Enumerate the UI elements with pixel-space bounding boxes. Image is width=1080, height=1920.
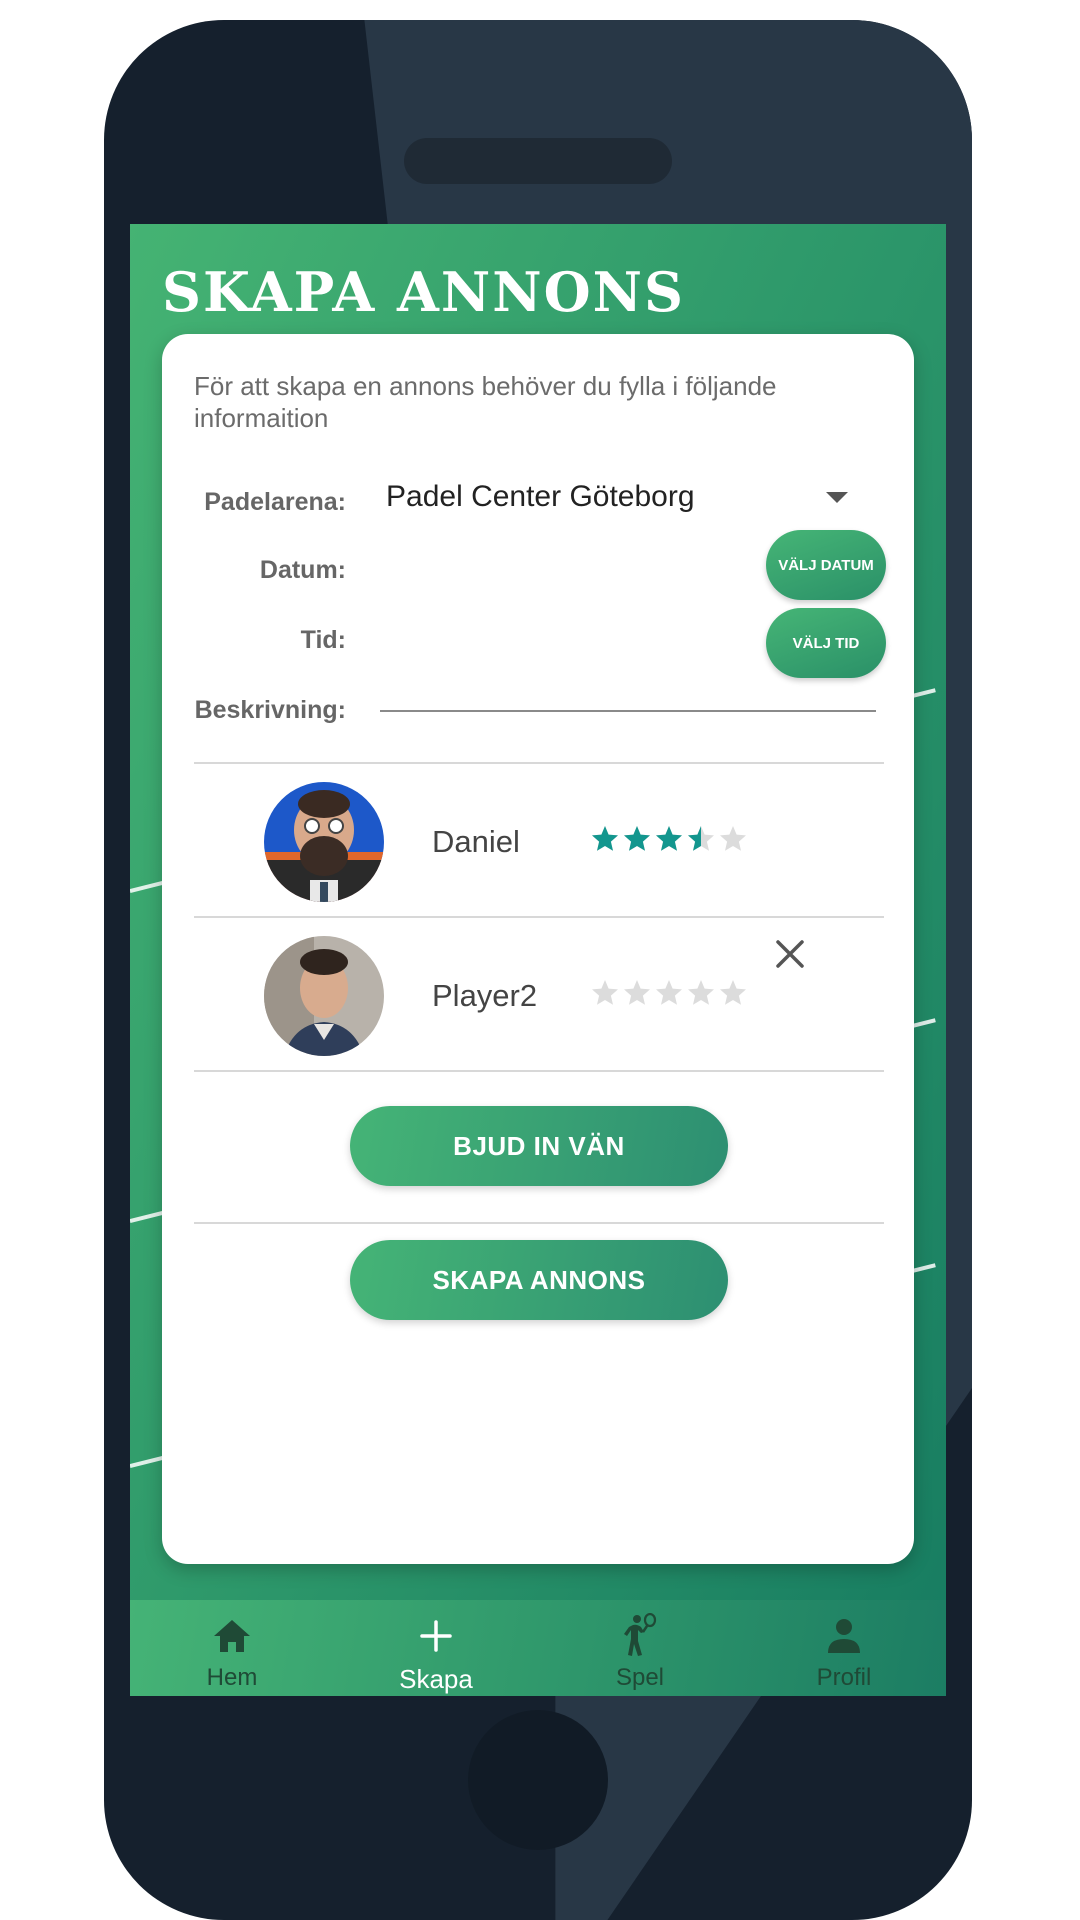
player-name: Player2 bbox=[432, 978, 538, 1013]
avatar-player2-image bbox=[264, 936, 384, 1056]
arena-select[interactable]: Padel Center Göteborg bbox=[386, 480, 695, 514]
star-icon bbox=[592, 980, 618, 1005]
time-label: Tid: bbox=[300, 626, 346, 654]
star-icon bbox=[624, 826, 650, 851]
app-screen: SKAPA ANNONS För att skapa en annons beh… bbox=[130, 224, 946, 1696]
star-icon bbox=[688, 980, 714, 1005]
person-icon bbox=[822, 1614, 866, 1658]
nav-label: Skapa bbox=[399, 1664, 473, 1694]
star-icon bbox=[592, 826, 618, 851]
plus-icon bbox=[414, 1614, 458, 1658]
description-label: Beskrivning: bbox=[194, 696, 346, 724]
avatar-daniel-image bbox=[264, 782, 384, 902]
star-icon bbox=[656, 980, 682, 1005]
divider bbox=[194, 762, 884, 764]
nav-item-games[interactable]: Spel bbox=[538, 1600, 742, 1696]
page-title: SKAPA ANNONS bbox=[162, 260, 686, 324]
divider bbox=[194, 1222, 884, 1224]
divider bbox=[194, 916, 884, 918]
create-ad-card: För att skapa en annons behöver du fylla… bbox=[162, 334, 914, 1564]
description-input[interactable] bbox=[380, 710, 876, 712]
padel-player-icon bbox=[618, 1613, 662, 1658]
avatar bbox=[264, 936, 384, 1056]
phone-home-button bbox=[468, 1710, 608, 1850]
date-label: Datum: bbox=[259, 556, 346, 584]
chevron-down-icon[interactable] bbox=[826, 492, 848, 503]
player-name: Daniel bbox=[432, 824, 520, 859]
player-rating bbox=[590, 824, 748, 854]
star-icon bbox=[624, 980, 650, 1005]
nav-label: Spel bbox=[615, 1664, 665, 1691]
nav-label: Hem bbox=[206, 1664, 258, 1691]
choose-date-button[interactable]: VÄLJ DATUM bbox=[766, 530, 886, 600]
star-icon bbox=[720, 826, 746, 851]
close-icon[interactable] bbox=[772, 936, 808, 972]
bottom-navigation: Hem Skapa Spel Profil bbox=[130, 1600, 946, 1696]
nav-label: Profil bbox=[816, 1664, 872, 1691]
choose-time-button[interactable]: VÄLJ TID bbox=[766, 608, 886, 678]
create-ad-button[interactable]: SKAPA ANNONS bbox=[350, 1240, 728, 1320]
divider bbox=[194, 1070, 884, 1072]
avatar bbox=[264, 782, 384, 902]
player-rating bbox=[590, 978, 748, 1008]
nav-item-create[interactable]: Skapa bbox=[334, 1600, 538, 1696]
star-icon bbox=[720, 980, 746, 1005]
star-icon bbox=[656, 826, 682, 851]
phone-speaker bbox=[404, 138, 672, 184]
form-intro-text: För att skapa en annons behöver du fylla… bbox=[194, 371, 777, 433]
invite-friend-button[interactable]: BJUD IN VÄN bbox=[350, 1106, 728, 1186]
arena-label: Padelarena: bbox=[204, 488, 346, 516]
nav-item-home[interactable]: Hem bbox=[130, 1600, 334, 1696]
star-icon bbox=[688, 826, 714, 851]
nav-item-profile[interactable]: Profil bbox=[742, 1600, 946, 1696]
home-icon bbox=[210, 1614, 254, 1658]
